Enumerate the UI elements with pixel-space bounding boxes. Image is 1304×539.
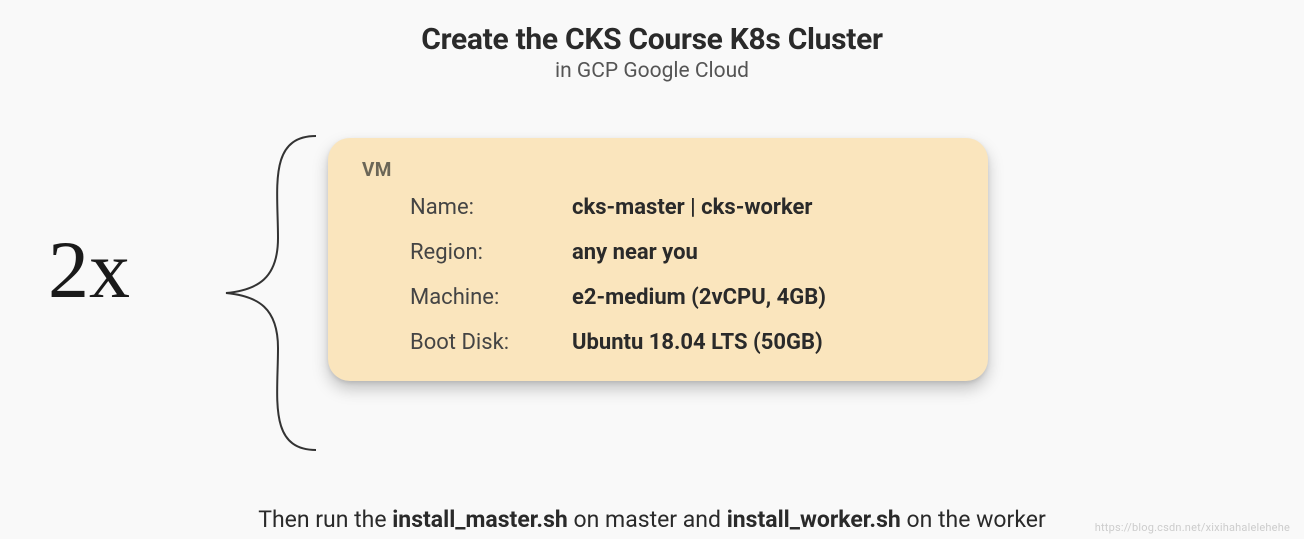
footer-script1: install_master.sh — [392, 506, 568, 533]
row-label: Boot Disk: — [362, 330, 572, 355]
row-label: Name: — [362, 195, 572, 220]
vm-row-bootdisk: Boot Disk: Ubuntu 18.04 LTS (50GB) — [362, 330, 954, 355]
row-value: cks-master | cks-worker — [572, 195, 812, 220]
vm-row-name: Name: cks-master | cks-worker — [362, 195, 954, 220]
footer-suffix: on the worker — [901, 506, 1046, 533]
row-label: Machine: — [362, 285, 572, 310]
row-value: e2-medium (2vCPU, 4GB) — [572, 285, 826, 310]
footer-mid: on master and — [568, 506, 727, 533]
header: Create the CKS Course K8s Cluster in GCP… — [0, 0, 1304, 83]
footer-script2: install_worker.sh — [727, 506, 901, 533]
row-value: any near you — [572, 240, 698, 265]
vm-card-label: VM — [362, 158, 954, 181]
curly-brace-icon — [188, 128, 328, 462]
vm-card: VM Name: cks-master | cks-worker Region:… — [328, 138, 988, 381]
footer-prefix: Then run the — [258, 506, 392, 533]
multiplier-label: 2x — [48, 223, 130, 317]
row-label: Region: — [362, 240, 572, 265]
page-subtitle: in GCP Google Cloud — [0, 59, 1304, 83]
vm-row-region: Region: any near you — [362, 240, 954, 265]
vm-row-machine: Machine: e2-medium (2vCPU, 4GB) — [362, 285, 954, 310]
page-title: Create the CKS Course K8s Cluster — [0, 22, 1304, 57]
watermark: https://blog.csdn.net/xixihahalelehehe — [1095, 521, 1290, 534]
row-value: Ubuntu 18.04 LTS (50GB) — [572, 330, 823, 355]
